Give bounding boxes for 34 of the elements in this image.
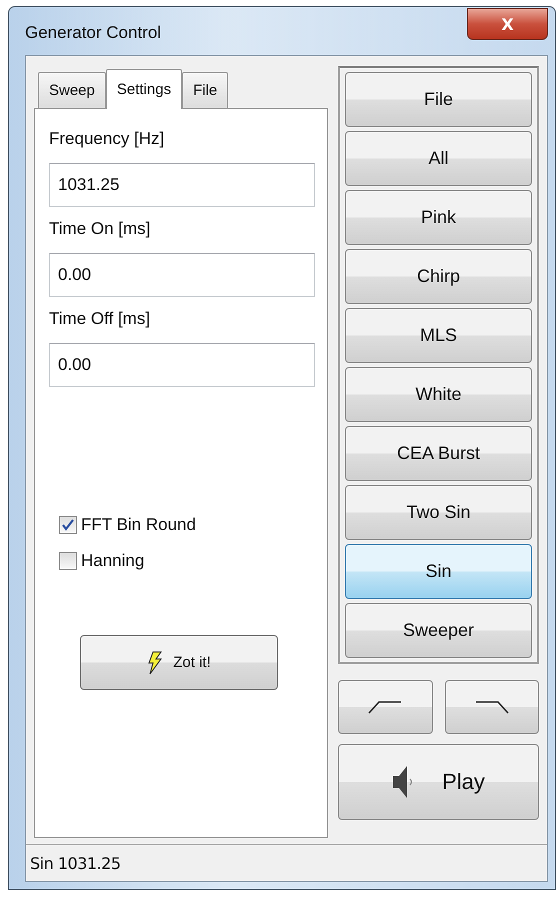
- input-field[interactable]: 1031.25: [49, 163, 315, 207]
- signal-button[interactable]: Pink: [345, 190, 532, 245]
- lightning-icon: [147, 650, 164, 674]
- input-field[interactable]: 0.00: [49, 343, 315, 387]
- signal-button[interactable]: Sweeper: [345, 603, 532, 658]
- tab[interactable]: File: [182, 72, 228, 108]
- checkbox[interactable]: [59, 552, 77, 570]
- zot-button[interactable]: Zot it!: [80, 635, 278, 690]
- signal-button[interactable]: CEA Burst: [345, 426, 532, 481]
- field-label: Time Off [ms]: [49, 309, 152, 329]
- window-title: Generator Control: [25, 23, 162, 43]
- checkbox[interactable]: [59, 516, 77, 534]
- speaker-icon: [392, 764, 414, 800]
- ramp-down-icon: [474, 700, 509, 714]
- fade-in-button[interactable]: [338, 680, 432, 734]
- signal-button[interactable]: Two Sin: [345, 485, 532, 540]
- checkbox-label: Hanning: [81, 551, 144, 571]
- close-button[interactable]: X: [467, 8, 548, 40]
- fade-out-button[interactable]: [444, 680, 539, 734]
- play-button[interactable]: Play: [338, 744, 539, 820]
- signal-button[interactable]: File: [345, 72, 532, 127]
- tab[interactable]: Sweep: [38, 72, 106, 108]
- tab[interactable]: Settings: [106, 69, 182, 109]
- signal-button[interactable]: All: [345, 131, 532, 186]
- checkbox-label: FFT Bin Round: [81, 515, 196, 535]
- input-field[interactable]: 0.00: [49, 253, 315, 297]
- signal-button[interactable]: Sin: [345, 544, 532, 599]
- ramp-up-icon: [368, 700, 402, 714]
- field-label: Frequency [Hz]: [49, 129, 166, 149]
- signal-button[interactable]: Chirp: [345, 249, 532, 304]
- signal-button[interactable]: White: [345, 367, 532, 422]
- signal-button[interactable]: MLS: [345, 308, 532, 363]
- status-text: Sin 1031.25: [30, 854, 120, 872]
- field-label: Time On [ms]: [49, 219, 152, 239]
